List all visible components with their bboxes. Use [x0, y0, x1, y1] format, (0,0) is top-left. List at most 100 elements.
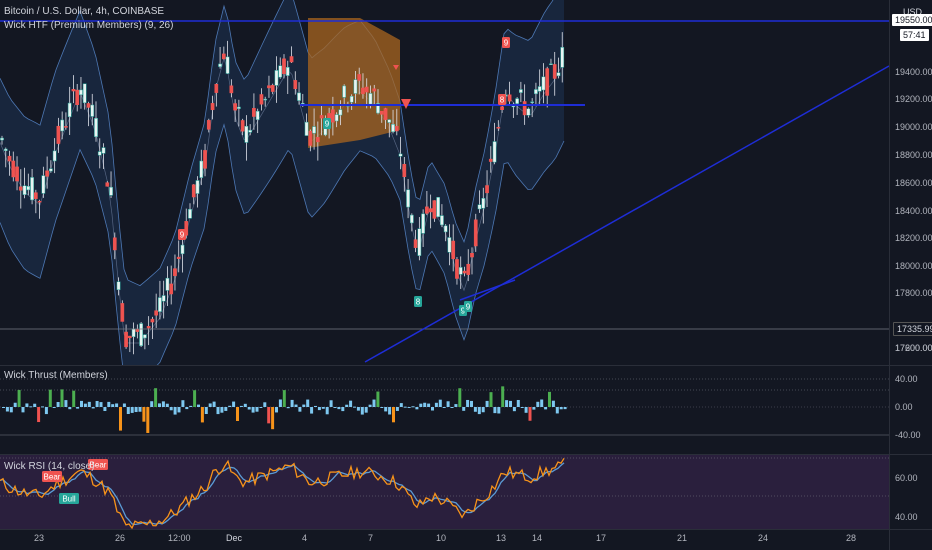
candle-body: [11, 160, 16, 178]
rsi-pane[interactable]: BearBearBull: [0, 455, 890, 529]
thrust-bar: [310, 407, 314, 414]
thrust-bar: [384, 407, 388, 412]
candle-body: [188, 208, 192, 219]
candle-body: [488, 158, 493, 162]
thrust-bar: [321, 407, 325, 409]
candle-body: [458, 267, 463, 275]
candle-body: [534, 89, 538, 95]
price-pane[interactable]: 998989 9: [0, 0, 890, 365]
thrust-bar: [485, 400, 489, 407]
candle-body: [240, 120, 245, 132]
thrust-bar: [540, 399, 544, 407]
candle-body: [203, 150, 207, 169]
thrust-bar: [528, 407, 532, 421]
indicator-legend-thrust[interactable]: Wick Thrust (Members): [4, 370, 108, 381]
candle-body: [45, 170, 49, 177]
thrust-bar: [154, 388, 158, 407]
thrust-bar: [17, 389, 21, 407]
candle-body: [357, 74, 362, 81]
candle-body: [131, 328, 136, 338]
thrust-bar: [364, 407, 368, 413]
price-axis-tick: 17800.00: [895, 288, 932, 298]
thrust-bar: [13, 402, 17, 407]
countdown-tag: 57:41: [900, 29, 929, 41]
thrust-bar: [134, 407, 138, 413]
pane-separator[interactable]: [0, 365, 932, 366]
time-axis-tick: 14: [532, 533, 543, 543]
thrust-bar: [388, 407, 392, 415]
thrust-bar: [251, 407, 255, 413]
thrust-bar: [427, 403, 431, 407]
candle-body: [522, 101, 527, 116]
rsi-bear-badge: Bear: [42, 471, 62, 482]
candle-body: [515, 98, 519, 104]
thrust-bar: [509, 400, 512, 407]
candle-body: [150, 318, 155, 323]
candle-body: [353, 79, 358, 94]
thrust-bar: [505, 400, 509, 407]
candle-body: [22, 185, 27, 195]
signal-8-bull: 8: [414, 296, 422, 307]
thrust-bar: [111, 404, 115, 407]
candle-body: [206, 120, 211, 130]
thrust-bar: [395, 407, 399, 411]
thrust-bar: [239, 405, 243, 407]
candle-body: [49, 168, 53, 172]
thrust-bar: [434, 402, 438, 407]
thrust-bar: [103, 407, 107, 412]
pane-separator[interactable]: [0, 454, 932, 455]
candle-body: [124, 331, 128, 348]
time-axis-tick: 12:00: [168, 533, 191, 543]
candle-body: [519, 89, 523, 93]
indicator-legend-rsi[interactable]: Wick RSI (14, close): [4, 461, 95, 472]
rsi-axis-tick: 60.00: [895, 473, 918, 483]
thrust-bar: [87, 401, 91, 407]
thrust-bar: [193, 390, 197, 407]
thrust-bar: [333, 407, 337, 408]
thrust-bar: [380, 407, 384, 408]
indicator-legend-main[interactable]: Wick HTF (Premium Members) (9, 26): [4, 20, 173, 31]
candle-body: [244, 125, 249, 143]
candle-body: [7, 155, 12, 162]
thrust-bar: [267, 407, 271, 424]
thrust-bar: [462, 407, 466, 411]
price-axis-tick: 17200.00: [895, 343, 932, 353]
candle-body: [361, 87, 365, 95]
thrust-bar: [138, 407, 142, 412]
symbol-title[interactable]: Bitcoin / U.S. Dollar, 4h, COINBASE: [4, 6, 164, 17]
thrust-bar: [392, 407, 395, 423]
candle-body: [33, 192, 38, 199]
price-axis-tick: 19400.00: [895, 67, 932, 77]
candle-body: [492, 141, 497, 163]
candle-body: [37, 200, 42, 203]
thrust-bar: [146, 407, 150, 433]
thrust-bar: [52, 407, 56, 408]
candle-body: [109, 186, 113, 196]
candle-body: [552, 64, 557, 79]
thrust-bar: [501, 386, 505, 407]
candle-body: [425, 206, 429, 214]
thrust-bar: [376, 391, 380, 407]
candle-body: [304, 121, 309, 136]
candle-body: [158, 297, 162, 312]
thrust-bar: [481, 407, 485, 413]
candle-body: [191, 184, 196, 198]
thrust-bar: [524, 407, 528, 413]
thrust-bar: [107, 401, 111, 407]
price-axis-tick: 19000.00: [895, 122, 932, 132]
candle-body: [97, 151, 102, 156]
candle-body: [263, 98, 268, 101]
thrust-bar: [341, 407, 345, 412]
candle-body: [225, 56, 230, 74]
thrust-pane[interactable]: [0, 366, 890, 454]
bollinger-band-fill: [0, 0, 564, 365]
candle-body: [135, 329, 140, 332]
candle-body: [90, 104, 95, 117]
thrust-bar: [520, 407, 524, 408]
thrust-bar: [532, 407, 536, 410]
thrust-bar: [563, 407, 567, 410]
candle-body: [451, 240, 456, 260]
candle-body: [64, 126, 68, 128]
candle-body: [560, 47, 565, 68]
thrust-bar: [33, 403, 37, 407]
